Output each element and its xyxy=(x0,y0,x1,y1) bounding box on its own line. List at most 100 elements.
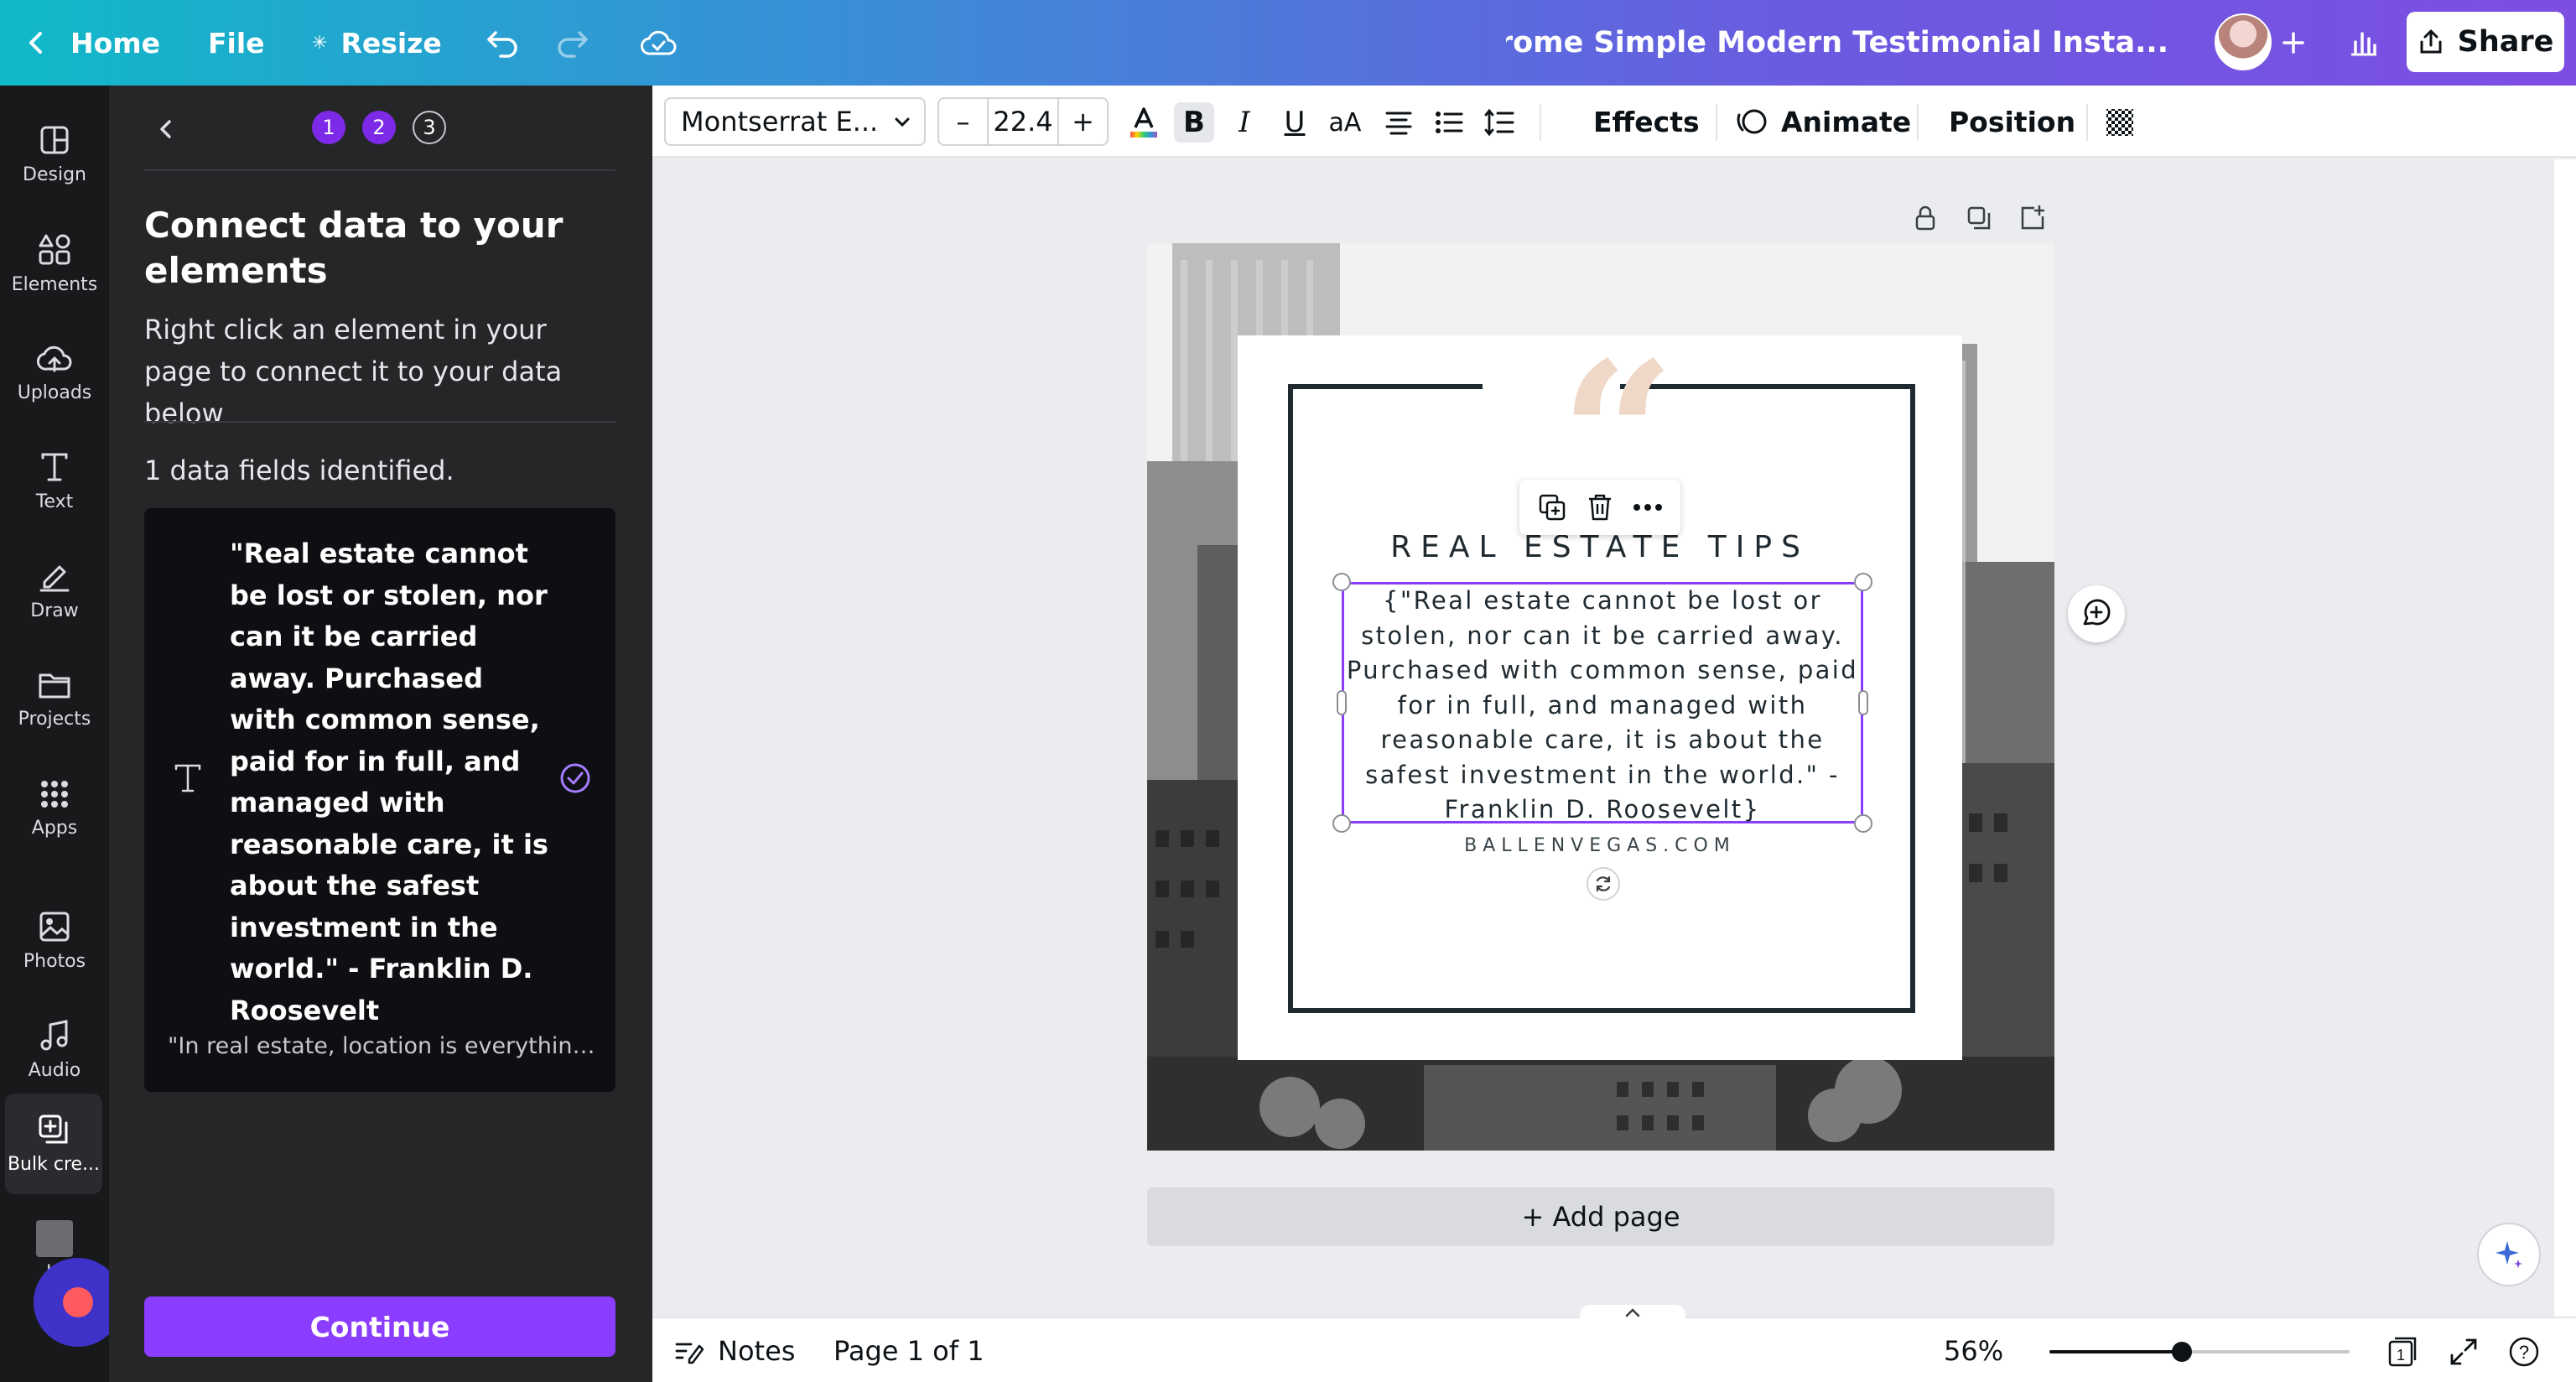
trash-icon[interactable] xyxy=(1586,492,1614,522)
resize-handle-left[interactable] xyxy=(1337,690,1347,715)
resize-handle-bottom-left[interactable] xyxy=(1332,814,1351,833)
font-size-input[interactable]: 22.4 xyxy=(986,97,1060,146)
analytics-icon[interactable] xyxy=(2343,22,2385,64)
more-icon[interactable] xyxy=(1633,502,1663,512)
transparency-icon[interactable] xyxy=(2100,102,2140,143)
home-button[interactable]: Home xyxy=(25,0,160,86)
rotate-icon xyxy=(1596,875,1611,892)
help-button[interactable]: ? xyxy=(2506,1333,2542,1370)
underline-icon[interactable]: U xyxy=(1275,102,1315,143)
sparkle-icon: ✳ xyxy=(312,32,328,54)
page-indicator[interactable]: Page 1 of 1 xyxy=(834,1318,984,1382)
notes-button[interactable]: Notes xyxy=(674,1318,795,1382)
design-website[interactable]: BALLENVEGAS.COM xyxy=(1238,835,1962,856)
resize-label: Resize xyxy=(340,26,442,60)
zoom-slider-handle[interactable] xyxy=(2172,1342,2192,1362)
effects-button[interactable]: Effects xyxy=(1593,86,1700,158)
rail-item-apps[interactable]: Apps xyxy=(0,758,109,859)
user-avatar[interactable] xyxy=(2215,13,2272,70)
toolbar-separator xyxy=(1540,104,1541,141)
font-family-dropdown[interactable]: Montserrat E... xyxy=(664,97,926,146)
duplicate-icon[interactable] xyxy=(1537,492,1567,522)
rail-item-projects[interactable]: Projects xyxy=(0,649,109,750)
resize-handle-top-right[interactable] xyxy=(1854,573,1872,591)
undo-icon[interactable] xyxy=(481,22,523,64)
panel-subtitle: Right click an element in your page to c… xyxy=(144,314,563,429)
design-quote-text[interactable]: {"Real estate cannot be lost or stolen, … xyxy=(1345,584,1860,828)
zoom-slider[interactable] xyxy=(2049,1342,2350,1362)
sparkle-icon xyxy=(2496,1241,2522,1268)
quote-mark-graphic[interactable]: “ xyxy=(1560,335,1675,537)
duplicate-page-icon[interactable] xyxy=(1962,201,1996,235)
step-3[interactable]: 3 xyxy=(413,111,446,144)
add-page-icon[interactable] xyxy=(2016,201,2049,235)
document-title[interactable]: Monochrome Simple Modern Testimonial Ins… xyxy=(1506,0,2168,86)
rail-item-elements[interactable]: Elements xyxy=(0,213,109,314)
rail-item-text[interactable]: Text xyxy=(0,431,109,532)
element-quick-actions xyxy=(1519,480,1680,535)
rotate-handle[interactable] xyxy=(1587,867,1620,901)
divider xyxy=(144,421,615,423)
text-type-icon xyxy=(169,760,206,797)
bulk-create-panel: 1 2 3 Connect data to your elements Righ… xyxy=(109,86,652,1382)
profile-thumbnail xyxy=(36,1219,73,1257)
position-button[interactable]: Position xyxy=(1949,86,2075,158)
bullet-list-icon[interactable] xyxy=(1429,102,1469,143)
resize-handle-bottom-right[interactable] xyxy=(1854,814,1872,833)
step-2[interactable]: 2 xyxy=(362,111,396,144)
design-icon xyxy=(40,126,69,153)
help-label: ? xyxy=(2519,1342,2529,1363)
fullscreen-icon[interactable] xyxy=(2445,1333,2482,1370)
resize-handle-right[interactable] xyxy=(1858,690,1868,715)
resize-button[interactable]: ✳ Resize xyxy=(312,0,442,86)
letter-case-icon[interactable]: aA xyxy=(1325,102,1365,143)
page-count-button[interactable]: 1 xyxy=(2385,1333,2422,1370)
design-heading[interactable]: REAL ESTATE TIPS xyxy=(1238,530,1962,564)
rail-label-bulk-create: Bulk cre... xyxy=(7,1153,101,1175)
cloud-saved-icon[interactable] xyxy=(637,22,679,64)
magic-assistant-button[interactable] xyxy=(2477,1223,2541,1286)
testimonial-card[interactable]: “ REAL ESTATE TIPS {"Real estate cannot … xyxy=(1238,335,1962,1060)
share-button[interactable]: Share xyxy=(2407,12,2564,72)
elements-icon xyxy=(39,234,70,264)
design-page[interactable]: “ REAL ESTATE TIPS {"Real estate cannot … xyxy=(1147,243,2054,1151)
rail-item-photos[interactable]: Photos xyxy=(0,891,109,991)
italic-icon[interactable]: I xyxy=(1224,102,1265,143)
continue-button[interactable]: Continue xyxy=(144,1296,615,1357)
rail-item-bulk-create[interactable]: Bulk cre... xyxy=(5,1094,102,1194)
line-spacing-icon[interactable] xyxy=(1479,102,1519,143)
zoom-value[interactable]: 56% xyxy=(1944,1318,2003,1382)
data-field-card[interactable]: "Real estate cannot be lost or stolen, n… xyxy=(144,508,615,1092)
chevron-up-icon xyxy=(1625,1308,1640,1317)
pen-icon xyxy=(39,565,70,591)
text-color-icon[interactable] xyxy=(1124,102,1164,143)
show-pages-toggle[interactable] xyxy=(1580,1305,1685,1320)
rail-item-audio[interactable]: Audio xyxy=(0,1000,109,1100)
rail-label-text: Text xyxy=(35,491,74,512)
redo-icon[interactable] xyxy=(552,22,594,64)
chevron-left-icon xyxy=(160,120,171,138)
vertical-scrollbar[interactable] xyxy=(2554,159,2576,1317)
align-center-icon[interactable] xyxy=(1379,102,1419,143)
add-page-button[interactable]: + Add page xyxy=(1147,1187,2054,1246)
font-size-decrease[interactable]: – xyxy=(939,106,987,138)
bold-icon[interactable]: B xyxy=(1174,102,1214,143)
check-circle-icon[interactable] xyxy=(558,761,592,795)
animate-button[interactable]: Animate xyxy=(1736,86,1911,158)
rail-label-draw: Draw xyxy=(30,600,79,621)
rail-item-uploads[interactable]: Uploads xyxy=(0,322,109,423)
resize-handle-top-left[interactable] xyxy=(1332,573,1351,591)
step-1[interactable]: 1 xyxy=(312,111,345,144)
add-collaborator-icon[interactable] xyxy=(2272,22,2314,64)
notes-icon xyxy=(675,1343,704,1364)
animate-label: Animate xyxy=(1781,105,1912,138)
add-comment-button[interactable] xyxy=(2068,585,2125,642)
font-size-increase[interactable]: + xyxy=(1059,106,1107,138)
lock-icon[interactable] xyxy=(1909,201,1942,235)
zoom-slider-fill xyxy=(2049,1350,2182,1353)
rail-label-audio: Audio xyxy=(28,1059,81,1081)
rail-item-draw[interactable]: Draw xyxy=(0,540,109,641)
panel-back-button[interactable] xyxy=(148,111,184,148)
rail-item-design[interactable]: Design xyxy=(0,104,109,205)
file-menu[interactable]: File xyxy=(208,0,265,86)
